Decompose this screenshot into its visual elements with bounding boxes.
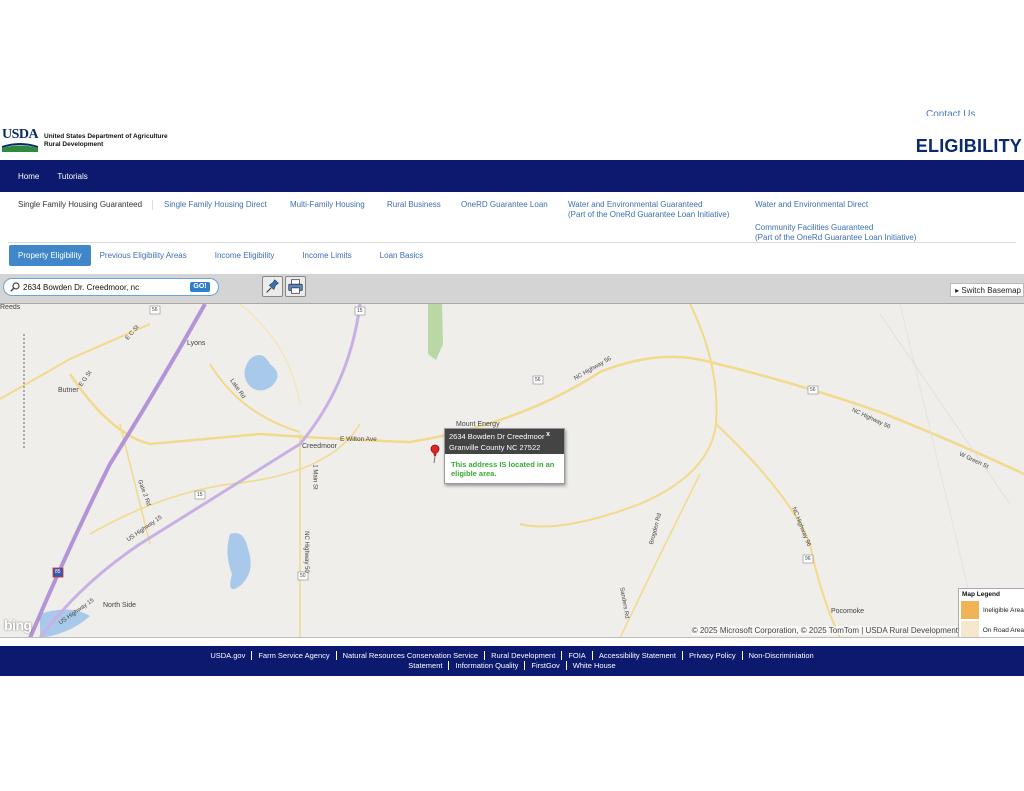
caret-right-icon: ▸ (955, 286, 960, 295)
tab-water-environmental-guaranteed[interactable]: Water and Environmental Guaranteed (Part… (568, 200, 729, 220)
footer-link-information-quality[interactable]: Information Quality (448, 661, 524, 670)
footer-link-foia[interactable]: FOIA (561, 651, 592, 660)
usda-logo[interactable]: USDA United States Department of Agricul… (2, 128, 168, 154)
route-shield: 96 (805, 556, 811, 562)
route-shield: 56 (152, 307, 158, 313)
route-shield: 56 (810, 387, 816, 393)
footer-link-farm-service-agency[interactable]: Farm Service Agency (251, 651, 335, 660)
map-place-label: North Side (103, 602, 137, 609)
legend-swatch (961, 621, 979, 637)
contact-us-link[interactable]: Contact Us (926, 108, 975, 116)
map-place-label: Creedmoor (302, 443, 338, 450)
nav-tutorials[interactable]: Tutorials (57, 172, 87, 181)
footer-link-non-discrimination[interactable]: Non-Discriminiation (741, 651, 820, 660)
map-place-label: Butner (58, 387, 79, 394)
route-shield: 15 (357, 308, 363, 314)
tab-property-eligibility[interactable]: Property Eligibility (9, 244, 91, 266)
tab-income-eligibility[interactable]: Income Eligibility (215, 251, 284, 260)
tab-water-environmental-direct[interactable]: Water and Environmental Direct (755, 200, 868, 210)
tab-community-facilities-guaranteed[interactable]: Community Facilities Guaranteed (Part of… (755, 223, 916, 243)
pushpin-button[interactable] (262, 276, 283, 297)
switch-basemap-button[interactable]: ▸ Switch Basemap (950, 283, 1024, 297)
location-pin-icon[interactable] (429, 444, 441, 464)
map-place-label: Lyons (187, 340, 206, 347)
address-search-box: GO! (3, 278, 219, 296)
footer-link-non-discrimination-statement[interactable]: Statement (402, 661, 448, 670)
map-road-label: NC Highway 50 (302, 531, 309, 573)
map-toolbar: GO! ▸ Switch Basemap (0, 274, 1024, 304)
sub-tabs: Property Eligibility Previous Eligibilit… (9, 244, 451, 266)
route-shield: 15 (197, 492, 203, 498)
page: Contact Us USDA United States Department… (0, 0, 1024, 791)
route-shield: 50 (300, 573, 306, 579)
route-shield: 85 (55, 569, 61, 575)
top-navigation: Home Tutorials (0, 160, 1024, 192)
map-place-label: Pocomoke (831, 608, 865, 615)
footer-links-row: USDA.gov Farm Service Agency Natural Res… (0, 651, 1024, 660)
usda-swoosh-icon (2, 143, 38, 152)
tab-multi-family-housing[interactable]: Multi-Family Housing (290, 200, 365, 210)
footer-links-row: Statement Information Quality FirstGov W… (0, 661, 1024, 670)
map-road-label: E Wilton Ave (340, 436, 377, 443)
legend-item: Ineligible Area (959, 600, 1024, 620)
map-canvas[interactable]: Reeds Lyons Butner Creedmoor Mount Energ… (0, 304, 1024, 638)
printer-icon (288, 279, 303, 294)
footer-link-privacy-policy[interactable]: Privacy Policy (681, 651, 742, 660)
page-title: ELIGIBILITY (915, 136, 1022, 156)
print-button[interactable] (285, 276, 306, 297)
tab-single-family-housing-guaranteed[interactable]: Single Family Housing Guaranteed (18, 200, 154, 210)
map-road-label: 1 Main St (311, 464, 318, 490)
tab-onerd-guarantee-loan[interactable]: OneRD Guarantee Loan (461, 200, 548, 210)
pushpin-icon (266, 279, 279, 293)
footer-link-usda-gov[interactable]: USDA.gov (204, 651, 251, 660)
legend-swatch (961, 601, 979, 619)
route-shield: 56 (535, 377, 541, 383)
tab-loan-basics[interactable]: Loan Basics (380, 251, 433, 260)
go-button[interactable]: GO! (190, 282, 210, 292)
address-search-input[interactable] (23, 281, 191, 293)
legend-item: On Road Area (959, 620, 1024, 637)
popup-close-button[interactable]: x (546, 431, 550, 438)
footer-link-white-house[interactable]: White House (565, 661, 622, 670)
search-icon (10, 282, 20, 292)
tab-single-family-housing-direct[interactable]: Single Family Housing Direct (164, 200, 267, 210)
tab-rural-business[interactable]: Rural Business (387, 200, 441, 210)
footer: USDA.gov Farm Service Agency Natural Res… (0, 646, 1024, 676)
map-place-label: Mount Energy (456, 421, 500, 428)
nav-home[interactable]: Home (18, 172, 39, 181)
footer-link-rural-development[interactable]: Rural Development (484, 651, 561, 660)
tab-income-limits[interactable]: Income Limits (302, 251, 360, 260)
zoom-slider[interactable] (22, 334, 26, 450)
tab-previous-eligibility-areas[interactable]: Previous Eligibility Areas (100, 251, 196, 260)
footer-link-accessibility[interactable]: Accessibility Statement (591, 651, 682, 660)
footer-link-firstgov[interactable]: FirstGov (524, 661, 565, 670)
bing-logo: bing (4, 617, 32, 633)
map-place-label: Reeds (0, 304, 21, 311)
program-tabs: Single Family Housing Guaranteed Single … (8, 195, 1016, 243)
footer-link-nrcs[interactable]: Natural Resources Conservation Service (335, 651, 484, 660)
usda-logo-mark: USDA (2, 128, 39, 154)
map-attribution: © 2025 Microsoft Corporation, © 2025 Tom… (691, 626, 958, 635)
map-legend: Map Legend Ineligible Area On Road Area (958, 588, 1024, 637)
eligibility-result-message: This address IS located in an eligible a… (451, 460, 555, 478)
eligibility-popup: 2634 Bowden Dr Creedmoor Granville Count… (444, 428, 565, 484)
agency-name: United States Department of Agriculture … (44, 133, 168, 148)
